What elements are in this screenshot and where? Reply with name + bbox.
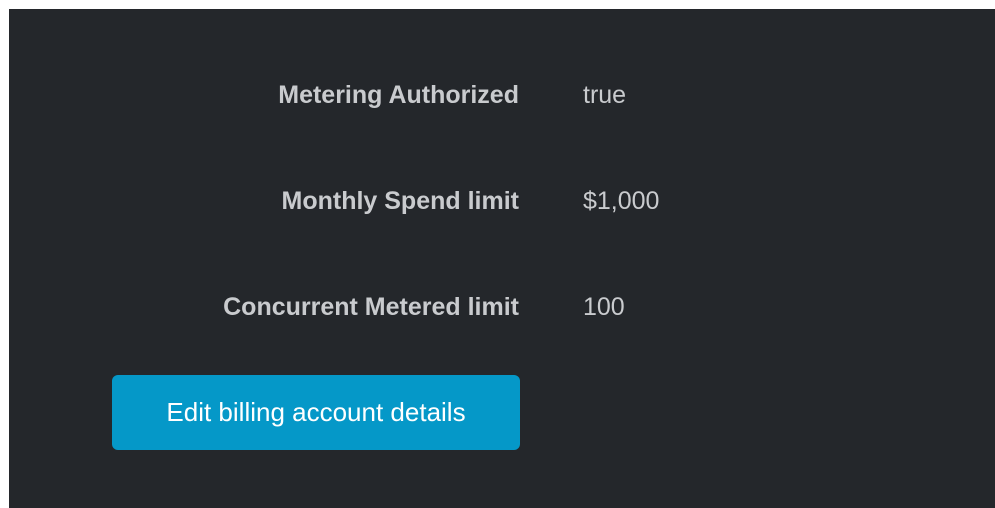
concurrent-metered-limit-label: Concurrent Metered limit <box>223 293 519 321</box>
edit-billing-account-button[interactable]: Edit billing account details <box>112 375 520 450</box>
detail-row-monthly-spend-limit: Monthly Spend limit $1,000 <box>9 181 995 221</box>
metering-authorized-value: true <box>583 81 627 109</box>
concurrent-metered-limit-value: 100 <box>583 293 625 321</box>
detail-row-metering-authorized: Metering Authorized true <box>9 75 995 115</box>
billing-details-panel: Metering Authorized true Monthly Spend l… <box>9 9 995 508</box>
monthly-spend-limit-value: $1,000 <box>583 187 660 215</box>
monthly-spend-limit-label: Monthly Spend limit <box>281 187 520 215</box>
metering-authorized-label: Metering Authorized <box>278 81 519 109</box>
detail-row-concurrent-metered-limit: Concurrent Metered limit 100 <box>9 287 995 327</box>
